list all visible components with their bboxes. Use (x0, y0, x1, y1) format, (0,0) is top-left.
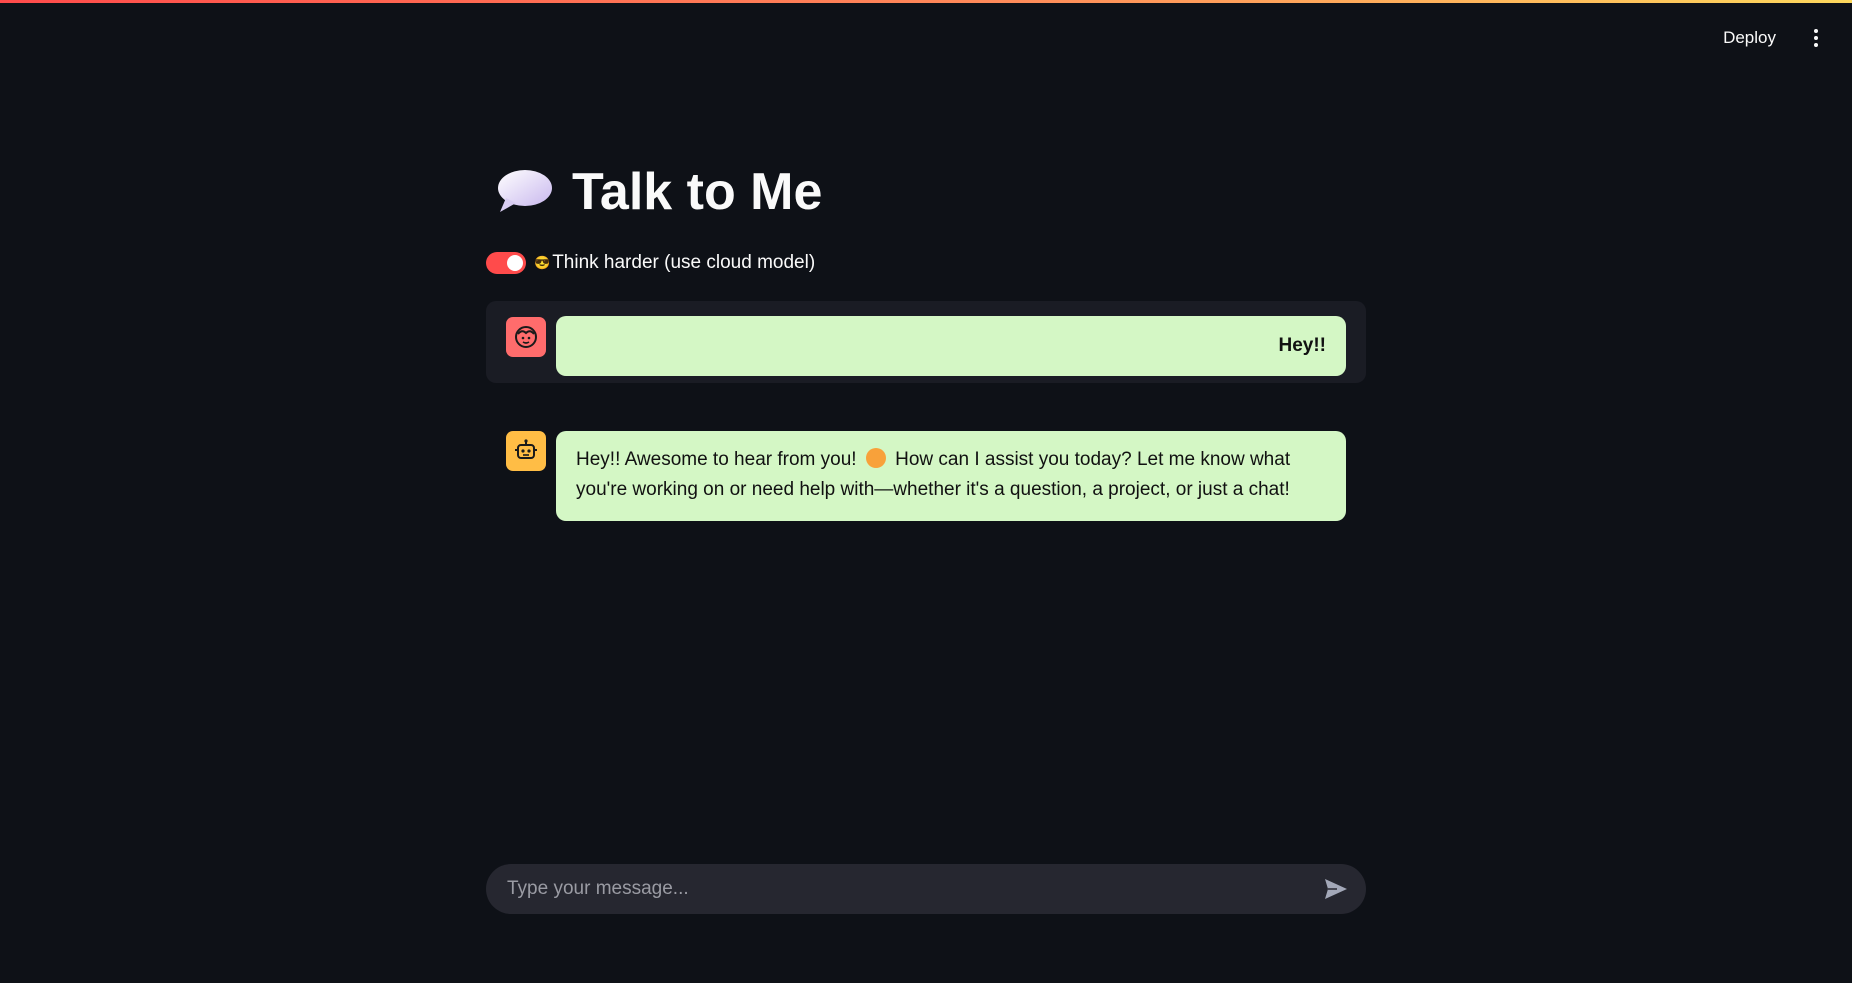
assistant-message-bubble: Hey!! Awesome to hear from you! How can … (556, 431, 1346, 521)
think-harder-label: Think harder (use cloud model) (552, 252, 816, 273)
smiling-face-icon (865, 448, 886, 468)
app-header: Deploy (1709, 0, 1852, 76)
user-message-bubble: Hey!! (556, 316, 1346, 376)
speech-bubble-icon (498, 170, 552, 212)
chat-input-container (486, 864, 1366, 914)
sunglasses-icon: 😎 (534, 255, 551, 270)
send-icon (1325, 879, 1347, 899)
user-avatar (506, 317, 546, 357)
page-title: Talk to Me (572, 163, 823, 221)
assistant-text-part1: Hey!! Awesome to hear from you! (576, 449, 857, 470)
user-message: Hey!! (486, 301, 1366, 383)
top-decoration-bar (0, 0, 1852, 3)
title-row: Talk to Me (486, 162, 822, 222)
deploy-button[interactable]: Deploy (1709, 20, 1790, 56)
toggle-knob (507, 255, 523, 271)
user-face-icon (515, 326, 537, 348)
main-menu-button[interactable] (1804, 23, 1828, 53)
kebab-menu-dot (1814, 36, 1818, 40)
robot-icon (515, 439, 537, 459)
kebab-menu-dot (1814, 43, 1818, 47)
chat-message-input[interactable] (486, 877, 1316, 901)
send-button[interactable] (1316, 869, 1356, 909)
think-harder-toggle-row[interactable]: 😎 Think harder (use cloud model) (486, 252, 815, 274)
kebab-menu-icon (1814, 29, 1818, 33)
think-harder-toggle[interactable] (486, 252, 526, 274)
assistant-avatar (506, 431, 546, 471)
